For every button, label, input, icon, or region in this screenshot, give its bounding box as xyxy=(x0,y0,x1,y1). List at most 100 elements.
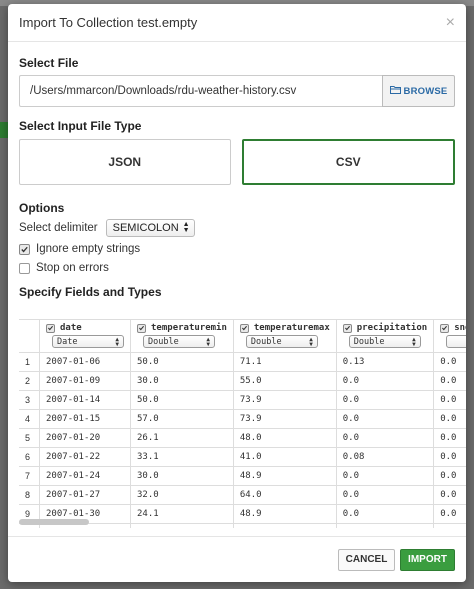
cell-tmin: 33.1 xyxy=(130,447,234,468)
select-arrows-icon: ▲ ▼ xyxy=(182,221,190,234)
cell-snow: 0.0 xyxy=(433,504,466,525)
cell-tmax: 48.9 xyxy=(233,466,337,487)
cell-precip: 0.0 xyxy=(336,409,435,429)
cell-tmin: 27.0 xyxy=(130,523,234,528)
cell-tmax: 48.0 xyxy=(233,523,337,528)
table-body: 1 2007-01-06 50.0 71.1 0.13 0.0 2 2007-01-09 30.… xyxy=(19,352,466,528)
delimiter-label: Select delimiter xyxy=(19,222,98,234)
table-row: 8 2007-01-27 32.0 64.0 0.0 0.0 xyxy=(19,485,466,506)
column-header-date: date Date ▲ ▼ xyxy=(39,320,132,353)
cell-idx: 6 xyxy=(19,447,41,468)
delimiter-row: Select delimiter SEMICOLON ▲ ▼ xyxy=(19,219,455,237)
cell-precip: 0.0 xyxy=(336,428,435,448)
file-type-options: JSON CSV xyxy=(19,139,455,185)
cell-precip: 0.0 xyxy=(336,485,435,506)
field-checkbox-snowfall[interactable] xyxy=(440,323,450,333)
select-arrows-icon: ▲ ▼ xyxy=(206,335,211,348)
cancel-button[interactable]: CANCEL xyxy=(338,548,395,571)
cell-precip: 0.13 xyxy=(336,352,435,372)
cell-precip: 0.0 xyxy=(336,504,435,525)
cell-tmax: 48.9 xyxy=(233,504,337,525)
json-type-button[interactable]: JSON xyxy=(19,139,231,185)
cell-snow: 0.0 xyxy=(433,428,466,448)
cell-tmin: 32.0 xyxy=(130,485,234,506)
ignore-empty-checkbox[interactable] xyxy=(19,243,30,255)
type-select-precipitation[interactable]: Double ▲ ▼ xyxy=(348,335,421,348)
delimiter-select[interactable]: SEMICOLON ▲ ▼ xyxy=(105,219,195,237)
cell-idx: 1 xyxy=(19,352,41,372)
cell-snow: 0.0 xyxy=(433,447,466,468)
cell-idx: 4 xyxy=(19,409,41,429)
cell-idx: 3 xyxy=(19,390,41,410)
table-row: 7 2007-01-24 30.0 48.9 0.0 0.0 xyxy=(19,466,466,487)
horizontal-scrollbar[interactable] xyxy=(19,519,89,525)
check-icon xyxy=(139,325,145,331)
delimiter-value: SEMICOLON xyxy=(112,222,179,234)
stop-on-errors-checkbox[interactable] xyxy=(19,262,30,274)
type-select-temperaturemin[interactable]: Double ▲ ▼ xyxy=(143,335,216,348)
cell-date: 2007-01-27 xyxy=(39,485,132,506)
import-modal: Import To Collection test.empty × Select… xyxy=(8,4,466,582)
cell-tmin: 30.0 xyxy=(130,466,234,487)
cell-precip: 0.0 xyxy=(336,390,435,410)
cell-tmin: 50.0 xyxy=(130,390,234,410)
column-header-snowfall: snowfal ▲▼ xyxy=(433,320,466,353)
csv-type-button[interactable]: CSV xyxy=(241,139,455,185)
table-row: 4 2007-01-15 57.0 73.9 0.0 0.0 xyxy=(19,409,466,429)
field-checkbox-temperaturemin[interactable] xyxy=(137,323,147,333)
table-header-row: date Date ▲ ▼ temperaturemin Double ▲ ▼ temp… xyxy=(19,320,466,353)
cell-tmin: 50.0 xyxy=(130,352,234,372)
ignore-empty-label: Ignore empty strings xyxy=(36,243,141,255)
file-type-label: Select Input File Type xyxy=(19,119,142,133)
cell-snow: 0.0 xyxy=(433,466,466,487)
fields-table-container[interactable]: date Date ▲ ▼ temperaturemin Double ▲ ▼ temp… xyxy=(19,319,466,528)
cell-snow: 0.0 xyxy=(433,409,466,429)
type-select-snowfall[interactable]: ▲▼ xyxy=(446,335,466,348)
import-button[interactable]: IMPORT xyxy=(400,548,455,571)
column-name-temperaturemax: temperaturemax xyxy=(253,323,330,333)
cell-idx: 2 xyxy=(19,371,41,391)
cell-tmax: 41.0 xyxy=(233,447,337,468)
cell-tmin: 30.0 xyxy=(130,371,234,391)
type-value-precipitation: Double xyxy=(353,336,385,347)
cell-date: 2007-01-14 xyxy=(39,390,132,410)
cell-idx: 8 xyxy=(19,485,41,506)
select-file-label: Select File xyxy=(19,56,79,70)
cell-idx: 5 xyxy=(19,428,41,448)
stop-on-errors-row: Stop on errors xyxy=(19,262,455,274)
cell-tmin: 24.1 xyxy=(130,504,234,525)
column-header-precipitation: precipitation Double ▲ ▼ xyxy=(336,320,435,353)
field-checkbox-temperaturemax[interactable] xyxy=(239,323,249,333)
cell-tmax: 73.9 xyxy=(233,409,337,429)
check-icon xyxy=(344,325,350,331)
cell-date: 2007-01-06 xyxy=(39,352,132,372)
cell-tmin: 57.0 xyxy=(130,409,234,429)
modal-body: Select File /Users/mmarcon/Downloads/rdu… xyxy=(8,56,466,299)
column-name-temperaturemin: temperaturemin xyxy=(151,323,227,333)
column-name-precipitation: precipitation xyxy=(356,323,428,333)
cell-snow: 0.0 xyxy=(433,352,466,372)
column-name-date: date xyxy=(60,323,82,333)
cell-snow: 0.0 xyxy=(433,371,466,391)
cell-precip: 0.08 xyxy=(336,447,435,468)
field-checkbox-date[interactable] xyxy=(46,323,56,333)
modal-footer: CANCEL IMPORT xyxy=(8,536,466,582)
close-icon[interactable]: × xyxy=(446,14,455,31)
modal-title: Import To Collection test.empty xyxy=(19,15,198,30)
modal-header: Import To Collection test.empty × xyxy=(8,4,466,42)
check-icon xyxy=(241,325,247,331)
cell-tmax: 48.0 xyxy=(233,428,337,448)
cell-date: 2007-01-15 xyxy=(39,409,132,429)
type-select-temperaturemax[interactable]: Double ▲ ▼ xyxy=(245,335,318,348)
cell-date: 2007-01-24 xyxy=(39,466,132,487)
table-row: 5 2007-01-20 26.1 48.0 0.0 0.0 xyxy=(19,428,466,448)
options-label: Options xyxy=(19,201,455,215)
type-select-date[interactable]: Date ▲ ▼ xyxy=(52,335,125,348)
file-path-input[interactable]: /Users/mmarcon/Downloads/rdu-weather-his… xyxy=(19,75,382,107)
browse-button[interactable]: BROWSE xyxy=(382,75,455,107)
field-checkbox-precipitation[interactable] xyxy=(342,323,352,333)
cell-date: 2007-01-22 xyxy=(39,447,132,468)
check-icon xyxy=(48,325,54,331)
cell-tmax: 73.9 xyxy=(233,390,337,410)
folder-icon xyxy=(389,85,401,97)
